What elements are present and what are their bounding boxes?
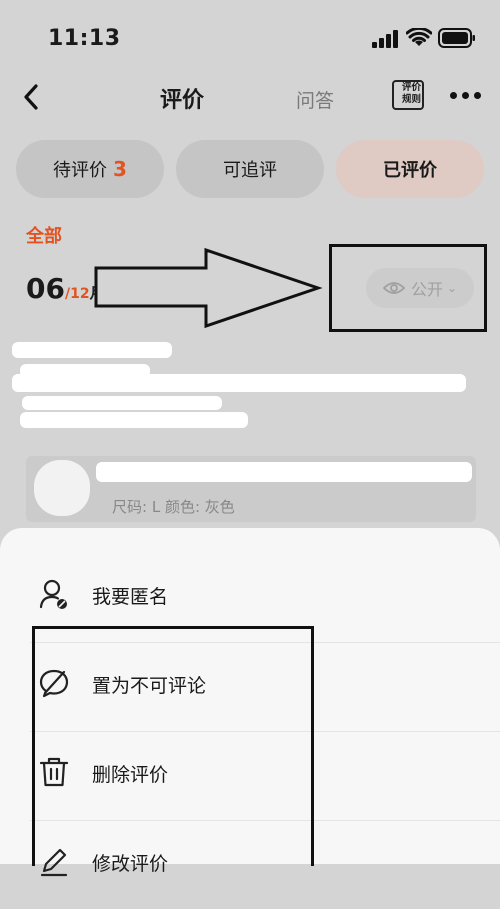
status-time: 11:13	[48, 26, 121, 51]
tab-follow-up[interactable]: 可追评	[176, 140, 324, 198]
tab-reviewed[interactable]: 已评价	[336, 140, 484, 198]
tab-pending-review[interactable]: 待评价 3	[16, 140, 164, 198]
page-title: 评价	[160, 88, 205, 113]
redacted-text	[12, 374, 466, 392]
review-rules-button[interactable]: 评价 规则	[392, 80, 428, 112]
cellular-signal-icon	[372, 30, 398, 48]
redacted-text	[12, 342, 172, 358]
redacted-product-title	[96, 462, 472, 482]
tab-label: 可追评	[223, 160, 277, 181]
filter-all[interactable]: 全部	[26, 222, 62, 248]
wifi-icon	[406, 28, 432, 46]
review-date: 06/12月	[26, 272, 105, 305]
product-thumbnail	[34, 460, 90, 516]
annotation-arrow	[94, 248, 323, 329]
redacted-text	[20, 412, 248, 428]
rules-label-1: 评价	[402, 82, 422, 93]
status-bar: 11:13	[0, 0, 500, 78]
anonymous-user-icon	[39, 579, 67, 609]
product-spec: 尺码: L 颜色: 灰色	[112, 498, 235, 516]
more-options-icon[interactable]	[450, 92, 482, 100]
nav-bar: 评价 问答 评价 规则	[0, 78, 500, 122]
tab-qa[interactable]: 问答	[296, 86, 334, 113]
redacted-text	[22, 396, 222, 410]
pending-count-badge: 3	[113, 157, 127, 181]
battery-icon	[438, 28, 475, 48]
date-month: /12	[64, 286, 90, 302]
tab-label: 待评价	[53, 160, 108, 181]
product-card[interactable]: 尺码: L 颜色: 灰色	[26, 456, 476, 522]
annotation-box-actions	[32, 626, 314, 866]
rules-label-2: 规则	[402, 94, 422, 105]
annotation-box-visibility	[329, 244, 487, 332]
tab-label: 已评价	[383, 160, 437, 181]
sheet-item-label: 我要匿名	[92, 586, 169, 608]
back-arrow-icon[interactable]	[20, 82, 42, 112]
date-day: 06	[26, 272, 65, 305]
